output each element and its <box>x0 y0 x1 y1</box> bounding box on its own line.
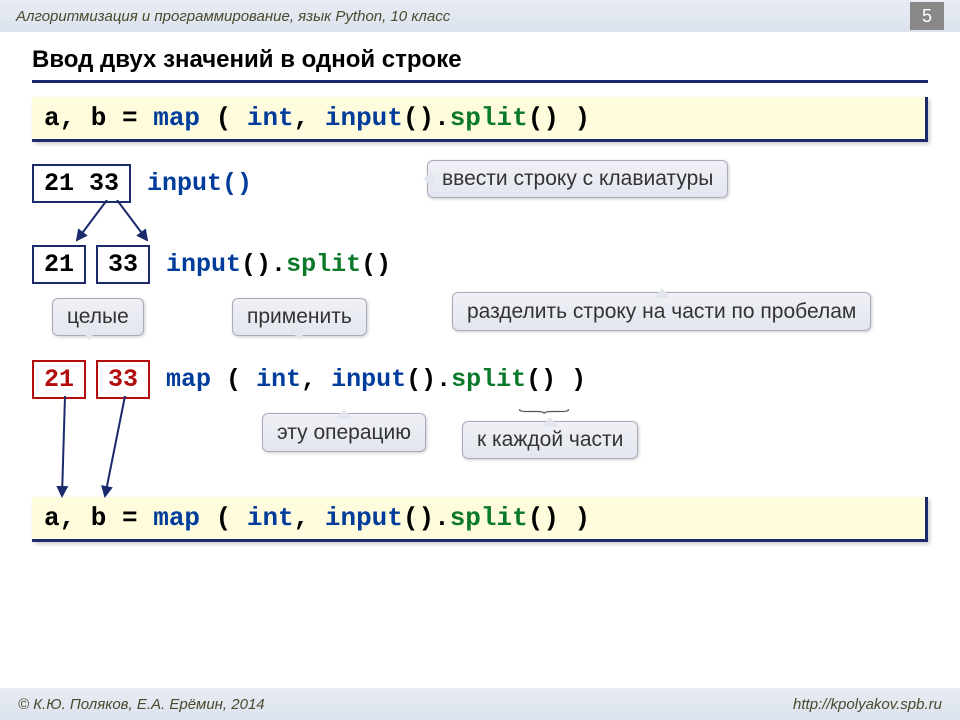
footer-bar: © К.Ю. Поляков, Е.А. Ерёмин, 2014 http:/… <box>0 688 960 720</box>
slide-title: Ввод двух значений в одной строке <box>32 46 928 83</box>
footer-link[interactable]: http://kpolyakov.spb.ru <box>793 696 942 713</box>
annot-int: целые <box>52 298 144 336</box>
annot-this-op: эту операцию <box>262 413 426 452</box>
copyright: © К.Ю. Поляков, Е.А. Ерёмин, 2014 <box>18 696 265 713</box>
annot-each: к каждой части <box>462 421 638 459</box>
value-33-b: 33 <box>96 360 150 399</box>
code-final: a, b = map ( int, input().split() ) <box>32 497 928 542</box>
value-combined: 21 33 <box>32 164 131 203</box>
page-number: 5 <box>910 2 944 30</box>
annot-split: разделить строку на части по пробелам <box>452 292 871 331</box>
value-21-b: 21 <box>32 360 86 399</box>
code-map: map ( int, input().split() ) <box>166 365 586 394</box>
value-21-a: 21 <box>32 245 86 284</box>
header-bar: Алгоритмизация и программирование, язык … <box>0 0 960 32</box>
annot-input: ввести строку с клавиатуры <box>427 160 728 198</box>
code-main: a, b = map ( int, input().split() ) <box>32 97 928 142</box>
course-title: Алгоритмизация и программирование, язык … <box>16 8 450 25</box>
annot-apply: применить <box>232 298 367 336</box>
code-input: input() <box>147 169 252 198</box>
code-split: input().split() <box>166 250 391 279</box>
value-33-a: 33 <box>96 245 150 284</box>
